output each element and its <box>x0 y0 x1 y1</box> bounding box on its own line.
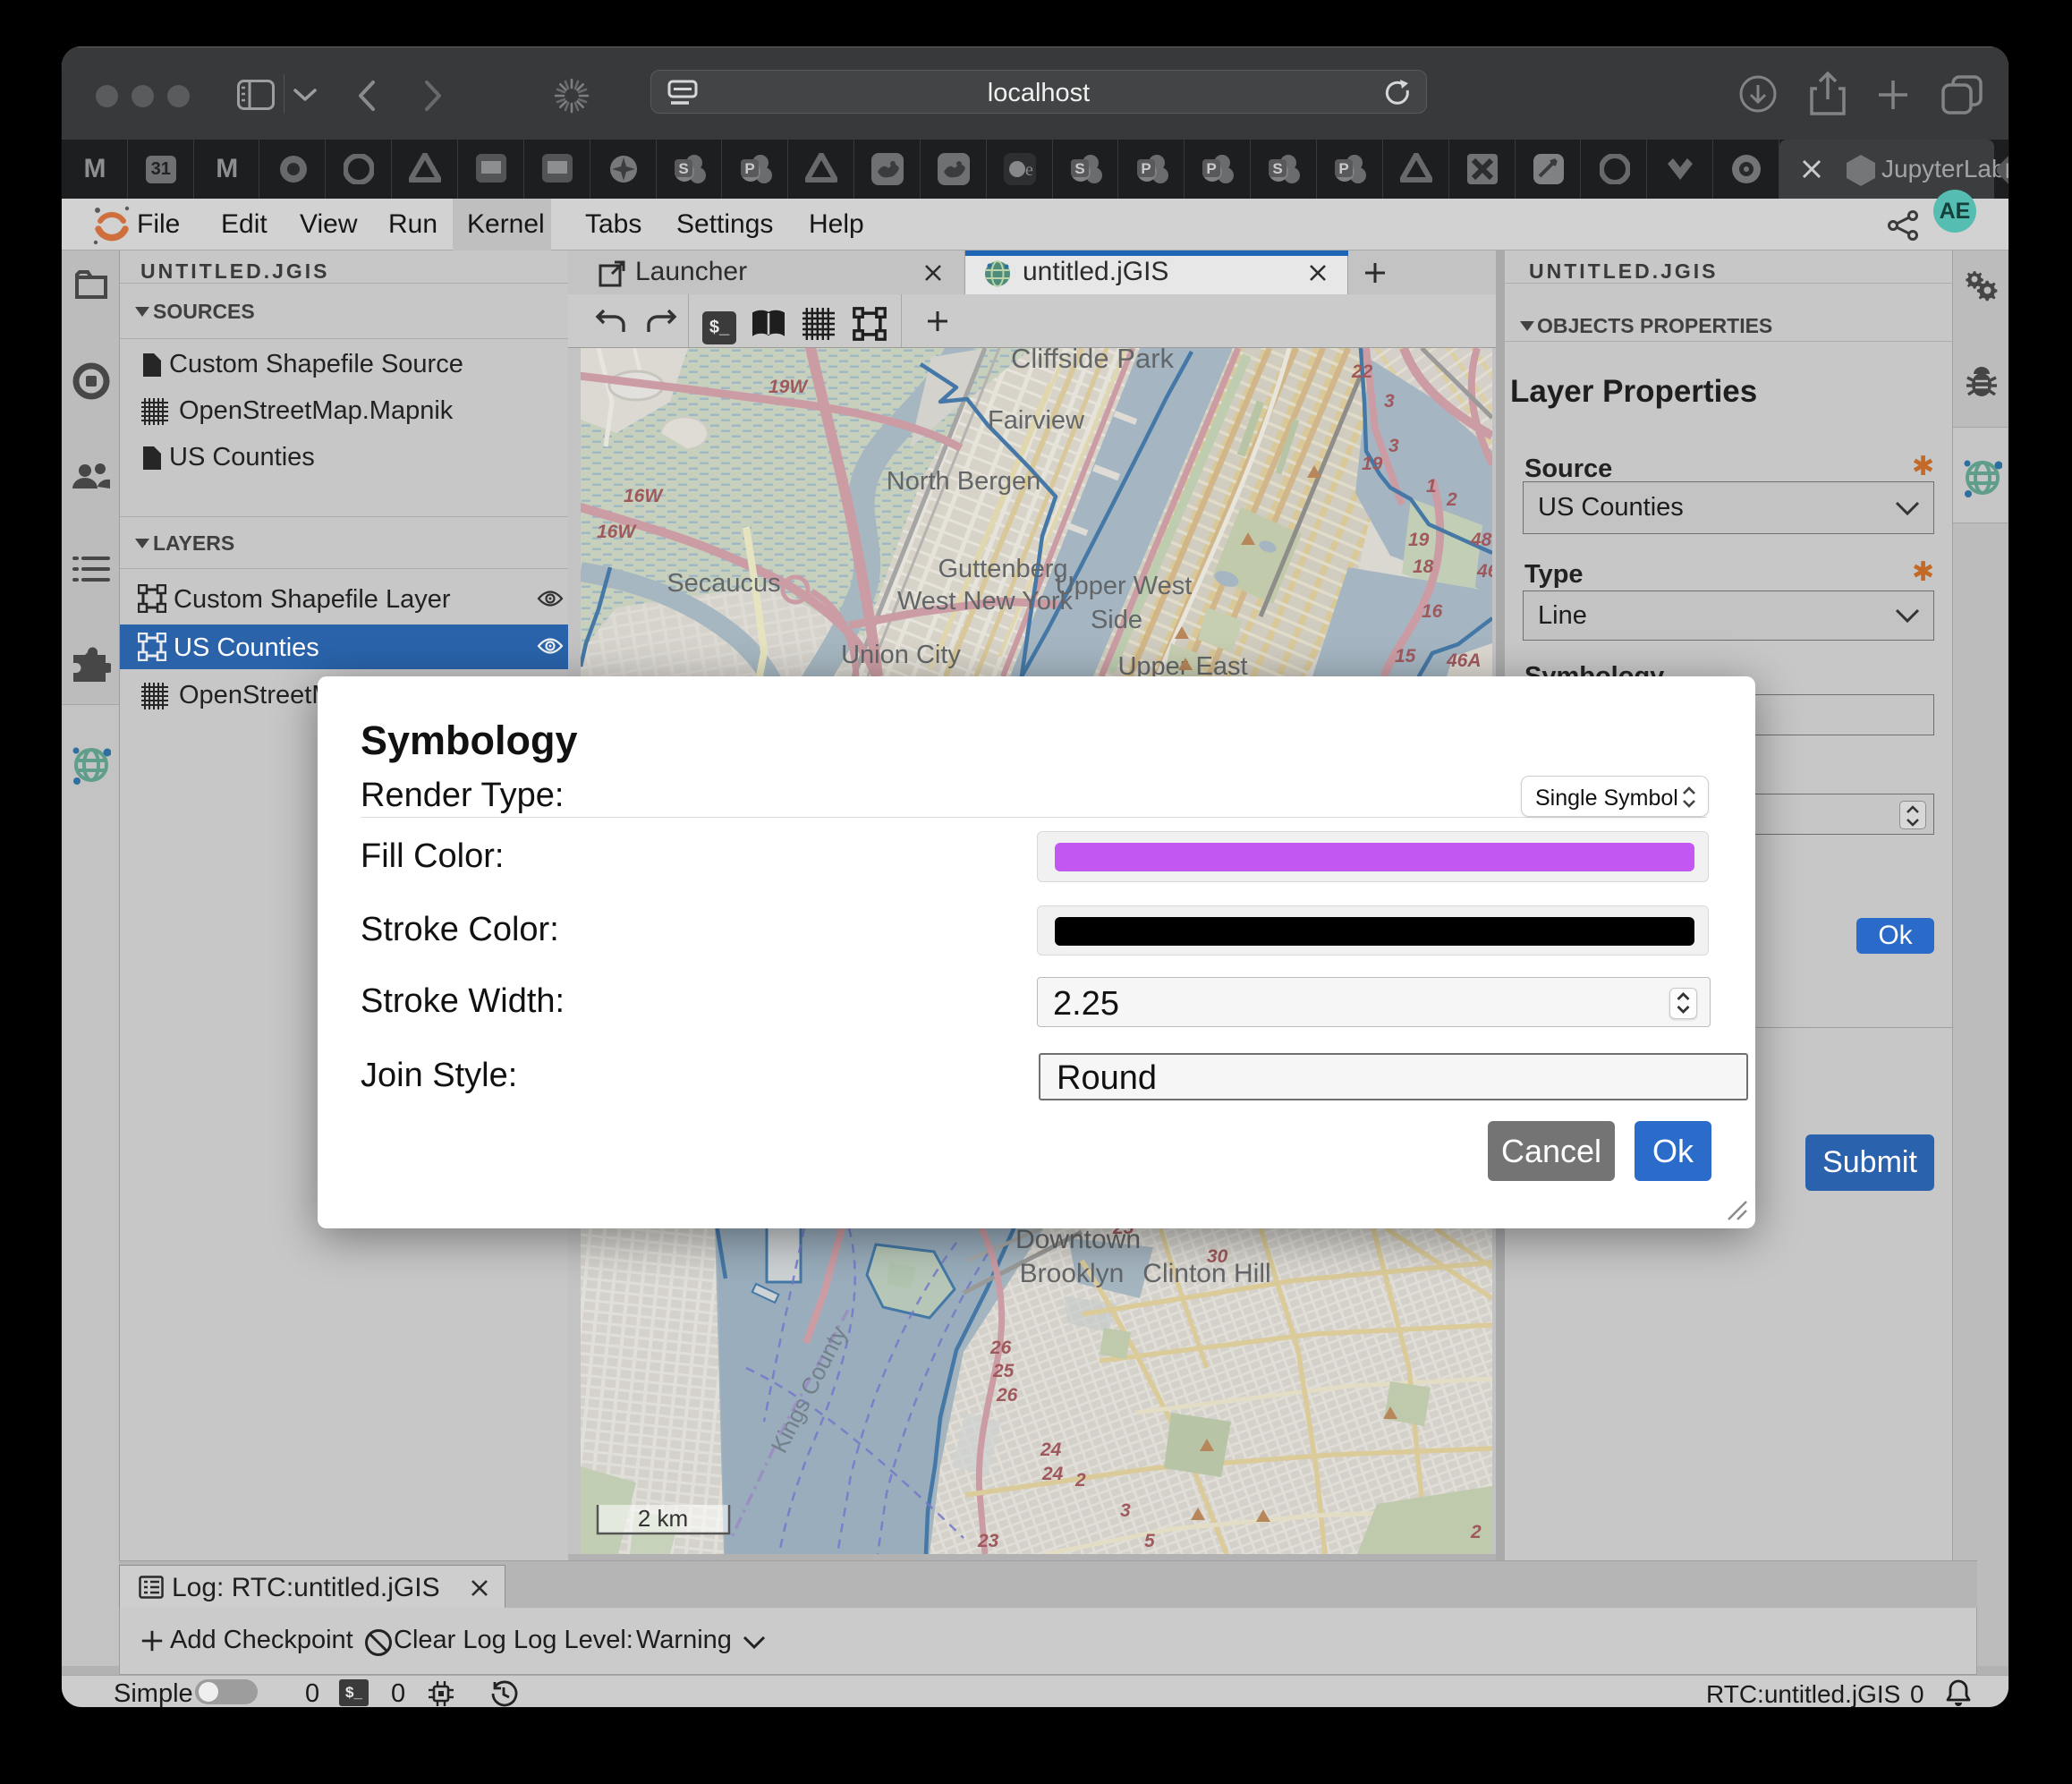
svg-text:26: 26 <box>996 1385 1018 1406</box>
svg-text:5: 5 <box>1144 1531 1155 1551</box>
svg-text:Brooklyn: Brooklyn <box>1020 1259 1125 1288</box>
svg-text:S: S <box>1074 160 1084 177</box>
svg-text:S: S <box>678 160 688 177</box>
svg-text:e: e <box>1025 160 1033 180</box>
svg-text:48: 48 <box>1470 530 1492 550</box>
svg-text:22: 22 <box>1351 361 1373 382</box>
svg-text:25: 25 <box>992 1361 1015 1381</box>
svg-text:15: 15 <box>1395 646 1416 667</box>
svg-text:P: P <box>1338 160 1348 177</box>
svg-text:3: 3 <box>1388 436 1399 456</box>
svg-text:16W: 16W <box>624 486 664 506</box>
svg-text:3: 3 <box>1384 391 1395 412</box>
svg-text:16: 16 <box>1422 601 1443 622</box>
svg-text:2: 2 <box>1446 489 1457 510</box>
svg-text:18: 18 <box>1413 556 1434 577</box>
svg-text:24: 24 <box>1041 1464 1064 1484</box>
svg-text:S: S <box>1273 160 1283 177</box>
svg-text:19: 19 <box>1408 530 1430 550</box>
svg-text:P: P <box>2005 159 2008 183</box>
svg-text:2: 2 <box>1074 1470 1086 1491</box>
svg-text:23: 23 <box>977 1531 999 1551</box>
svg-text:2 km: 2 km <box>638 1505 688 1532</box>
svg-text:46A: 46A <box>1446 650 1482 671</box>
svg-text:P: P <box>1141 160 1151 177</box>
svg-text:Fairview: Fairview <box>988 406 1085 435</box>
svg-text:46: 46 <box>1476 561 1492 582</box>
svg-text:16W: 16W <box>597 522 637 542</box>
svg-text:P: P <box>1207 160 1217 177</box>
svg-text:19W: 19W <box>769 377 809 397</box>
svg-text:19: 19 <box>1362 454 1383 474</box>
svg-text:Guttenberg: Guttenberg <box>938 555 1067 583</box>
svg-text:3: 3 <box>1120 1500 1131 1521</box>
svg-text:Secaucus: Secaucus <box>667 569 780 598</box>
svg-text:West New York: West New York <box>897 587 1074 616</box>
svg-text:30: 30 <box>1207 1246 1228 1267</box>
svg-text:P: P <box>744 160 754 177</box>
svg-text:26: 26 <box>989 1338 1012 1358</box>
svg-text:1: 1 <box>1426 476 1437 497</box>
svg-text:Upper West: Upper West <box>1056 572 1193 600</box>
svg-text:2: 2 <box>1470 1522 1482 1542</box>
svg-text:24: 24 <box>1040 1440 1062 1460</box>
svg-text:Union City: Union City <box>841 641 961 669</box>
svg-text:Side: Side <box>1091 606 1142 634</box>
svg-text:North Bergen: North Bergen <box>887 467 1041 496</box>
svg-text:Cliffside Park: Cliffside Park <box>1011 348 1175 374</box>
